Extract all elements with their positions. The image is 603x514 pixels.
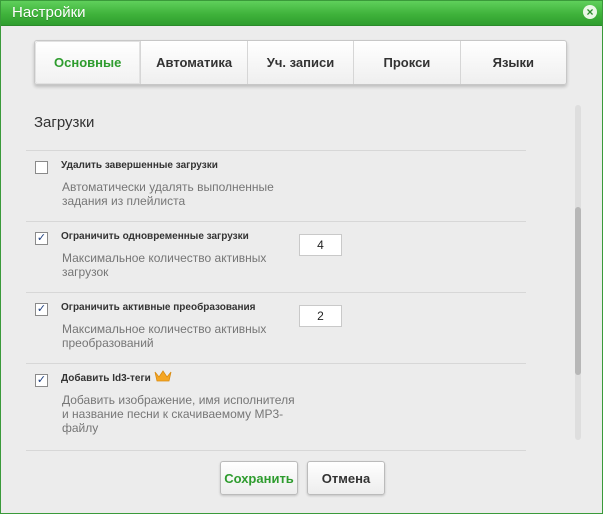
delete-completed-label[interactable]: Удалить завершенные загрузки xyxy=(61,160,218,171)
tab-proxy[interactable]: Прокси xyxy=(353,41,459,84)
limit-conversions-checkbox[interactable]: ✓ xyxy=(35,303,48,316)
limit-downloads-input[interactable]: 4 xyxy=(299,234,342,256)
divider xyxy=(26,292,526,293)
id3-tags-label[interactable]: Добавить Id3-теги xyxy=(61,373,151,384)
close-icon[interactable]: × xyxy=(583,5,597,19)
settings-window: Настройки × Основные Автоматика Уч. запи… xyxy=(0,0,603,514)
divider xyxy=(26,450,526,451)
limit-downloads-description: Максимальное количество активных загрузо… xyxy=(62,251,267,279)
scrollbar-thumb[interactable] xyxy=(575,207,581,375)
delete-completed-description: Автоматически удалять выполненные задани… xyxy=(62,180,274,208)
limit-conversions-label[interactable]: Ограничить активные преобразования xyxy=(61,302,255,313)
id3-tags-checkbox[interactable]: ✓ xyxy=(35,374,48,387)
limit-downloads-label[interactable]: Ограничить одновременные загрузки xyxy=(61,231,249,242)
tab-automation[interactable]: Автоматика xyxy=(140,41,246,84)
divider xyxy=(26,150,526,151)
divider xyxy=(26,221,526,222)
window-title: Настройки xyxy=(12,4,86,21)
tab-accounts[interactable]: Уч. записи xyxy=(246,41,353,84)
cancel-button[interactable]: Отмена xyxy=(307,461,385,495)
scrollbar[interactable] xyxy=(575,105,581,440)
tab-languages[interactable]: Языки xyxy=(459,41,566,84)
save-button[interactable]: Сохранить xyxy=(220,461,298,495)
delete-completed-checkbox[interactable] xyxy=(35,161,48,174)
title-bar[interactable]: Настройки × xyxy=(1,1,602,26)
limit-downloads-checkbox[interactable]: ✓ xyxy=(35,232,48,245)
id3-tags-description: Добавить изображение, имя исполнителя и … xyxy=(62,393,295,435)
divider xyxy=(26,363,526,364)
section-title: Загрузки xyxy=(34,114,95,131)
tab-general[interactable]: Основные xyxy=(35,41,141,84)
crown-icon xyxy=(154,370,172,382)
limit-conversions-input[interactable]: 2 xyxy=(299,305,342,327)
limit-conversions-description: Максимальное количество активных преобра… xyxy=(62,322,267,350)
tab-bar: Основные Автоматика Уч. записи Прокси Яз… xyxy=(34,40,567,85)
